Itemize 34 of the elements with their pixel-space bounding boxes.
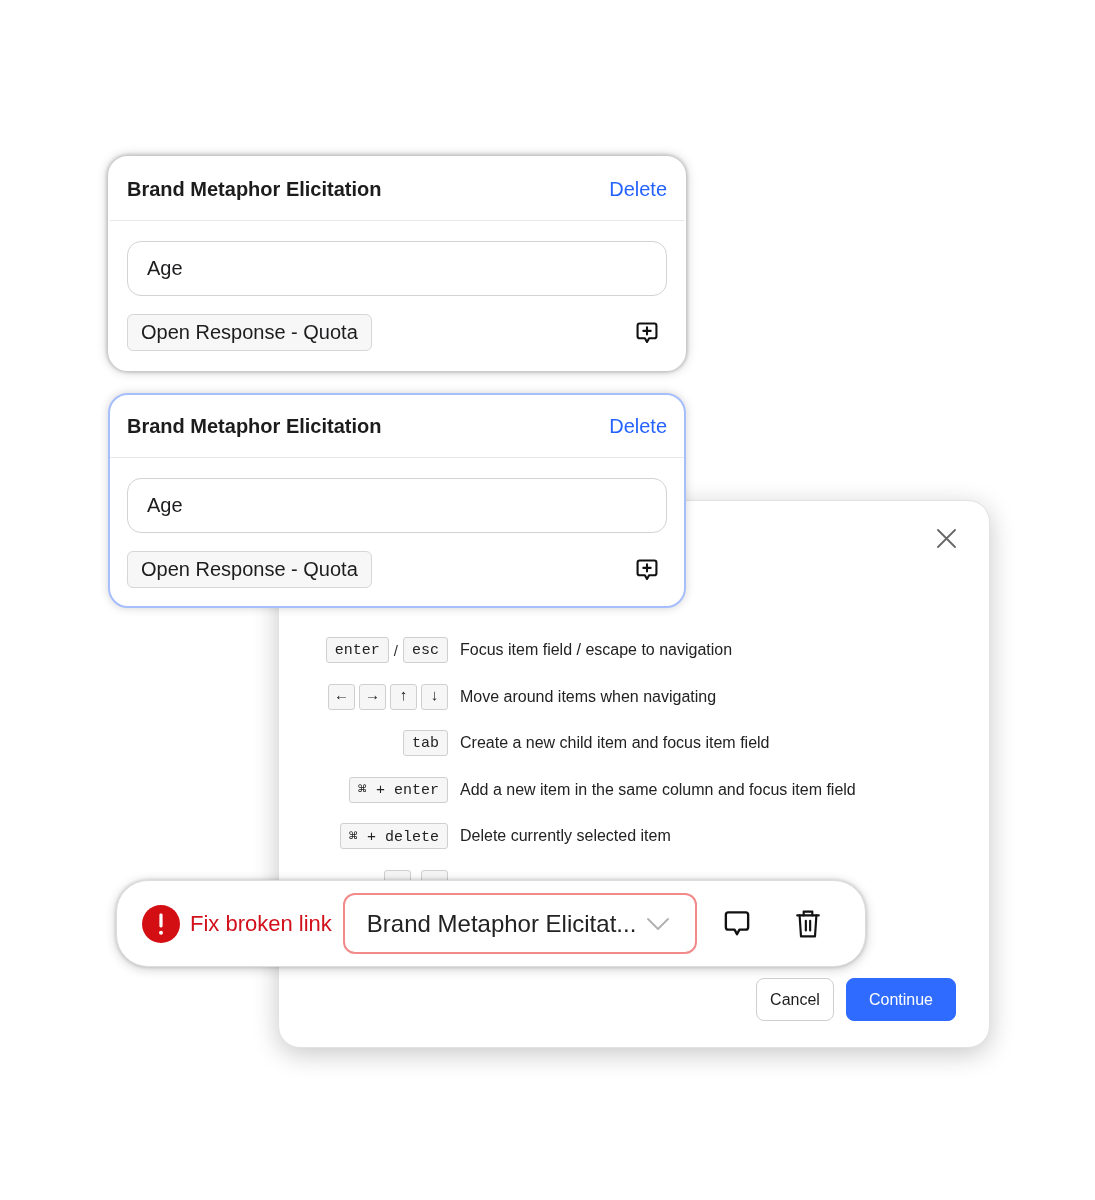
key-cap: ↑ bbox=[389, 683, 417, 710]
card-title: Brand Metaphor Elicitation bbox=[127, 414, 382, 438]
answer-field[interactable]: Age bbox=[127, 241, 667, 296]
comment-icon[interactable] bbox=[723, 910, 750, 937]
add-comment-icon[interactable] bbox=[636, 321, 658, 344]
key-cap: ⌘ + enter bbox=[348, 776, 448, 803]
alert-icon bbox=[142, 904, 180, 943]
shortcut-description: Move around items when navigating bbox=[460, 687, 717, 706]
delete-link[interactable]: Delete bbox=[609, 414, 667, 438]
key-cap: esc bbox=[403, 637, 448, 664]
close-icon[interactable] bbox=[937, 529, 956, 548]
key-cap: → bbox=[358, 683, 386, 710]
key-separator: / bbox=[392, 641, 399, 659]
shortcut-description: Focus item field / escape to navigation bbox=[460, 641, 733, 660]
key-cap: ← bbox=[327, 683, 355, 710]
cancel-button[interactable]: Cancel bbox=[756, 978, 834, 1021]
key-cap: enter bbox=[325, 637, 389, 664]
key-cap: tab bbox=[403, 730, 448, 757]
card-title: Brand Metaphor Elicitation bbox=[127, 177, 382, 201]
continue-button[interactable]: Continue bbox=[846, 978, 956, 1021]
chevron-down-icon bbox=[646, 917, 669, 930]
key-cap: ⌘ + delete bbox=[339, 823, 448, 850]
question-type-button[interactable]: Open Response - Quota bbox=[127, 314, 372, 351]
trash-icon[interactable] bbox=[795, 909, 820, 938]
key-cap: ↓ bbox=[421, 683, 448, 710]
error-label: Fix broken link bbox=[190, 910, 332, 937]
link-select[interactable]: Brand Metaphor Elicitat... bbox=[342, 893, 697, 954]
question-type-button[interactable]: Open Response - Quota bbox=[127, 551, 372, 588]
delete-link[interactable]: Delete bbox=[609, 177, 667, 201]
shortcut-description: Add a new item in the same column and focus item field bbox=[460, 780, 856, 799]
add-comment-icon[interactable] bbox=[636, 558, 658, 581]
answer-field[interactable]: Age bbox=[127, 478, 667, 533]
shortcut-description: Create a new child item and focus item field bbox=[460, 734, 770, 753]
shortcut-description: Delete currently selected item bbox=[460, 827, 671, 846]
